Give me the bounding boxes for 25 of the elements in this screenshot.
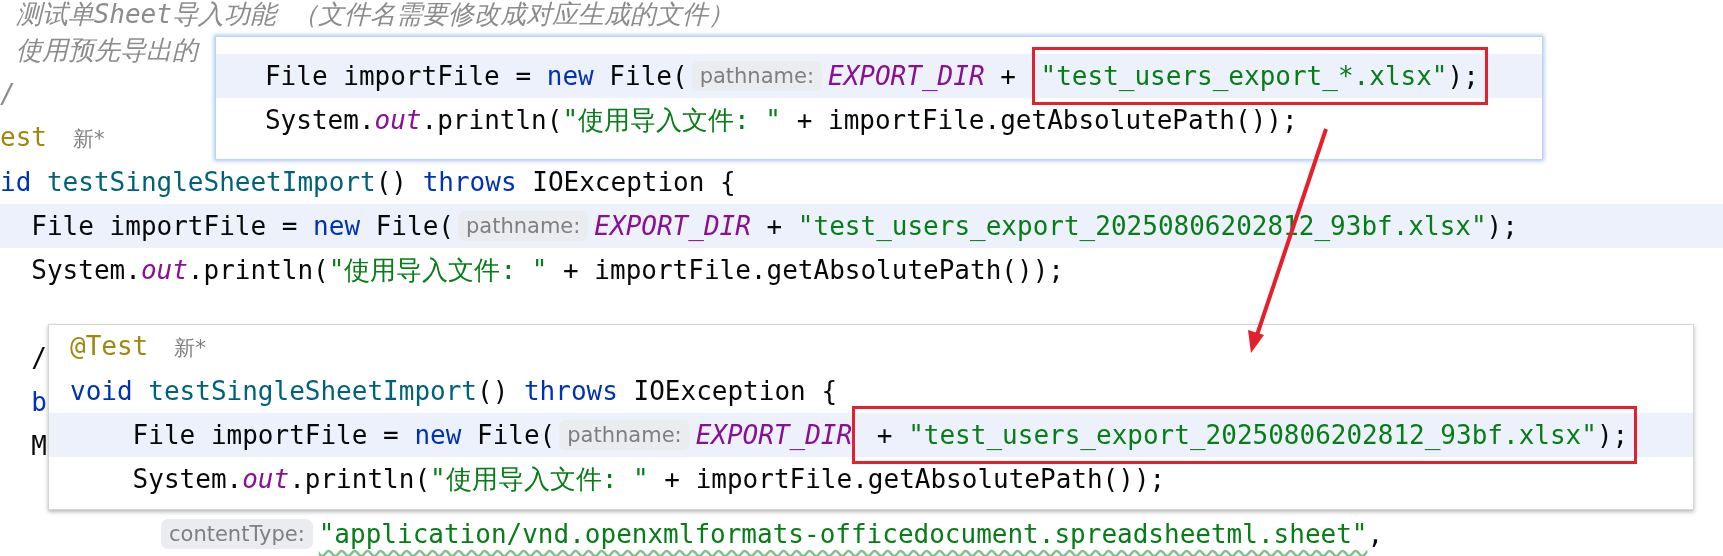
code-text: EXPORT_DIR + <box>828 60 1017 92</box>
code-text: 测试单Sheet导入功能 （文件名需要修改成对应生成的文件） <box>14 0 734 30</box>
parameter-hint: pathname: <box>559 420 690 450</box>
parameter-hint: pathname: <box>457 211 589 241</box>
code-text: est 新* <box>0 121 105 154</box>
code-text: File importFile = new File( <box>263 60 688 92</box>
code-text: @Test 新* <box>70 330 206 363</box>
code-text: System.out.println("使用导入文件: " + importFile.getAbsolutePath()); <box>263 104 1298 136</box>
code-text: b <box>30 386 47 418</box>
code-text: File importFile = new File( <box>30 210 454 242</box>
code-text: EXPORT_DIR <box>695 419 853 451</box>
highlight-box: "test_users_export_*.xlsx"); <box>1031 47 1488 105</box>
highlight-box: + "test_users_export_20250806202812_93bf.xlsx"); <box>852 406 1638 464</box>
code-text: / <box>30 342 47 374</box>
code-text: void testSingleSheetImport() throws IOException { <box>70 375 838 407</box>
code-text: / <box>0 78 16 110</box>
code-text: System.out.println("使用导入文件: " + importFile.getAbsolutePath()); <box>131 463 1166 495</box>
code-text: M <box>30 430 47 462</box>
parameter-hint: pathname: <box>691 61 822 91</box>
code-text: "application/vnd.openxmlformats-officedocument.spreadsheetml.sheet", <box>318 518 1384 550</box>
code-text: File importFile = new File( <box>131 419 556 451</box>
code-text: id testSingleSheetImport() throws IOException { <box>0 166 736 198</box>
code-text: System.out.println("使用导入文件: " + importFile.getAbsolutePath()); <box>30 254 1064 286</box>
code-text: 使用预先导出的 <box>14 34 198 66</box>
parameter-hint: contentType: <box>161 519 313 549</box>
